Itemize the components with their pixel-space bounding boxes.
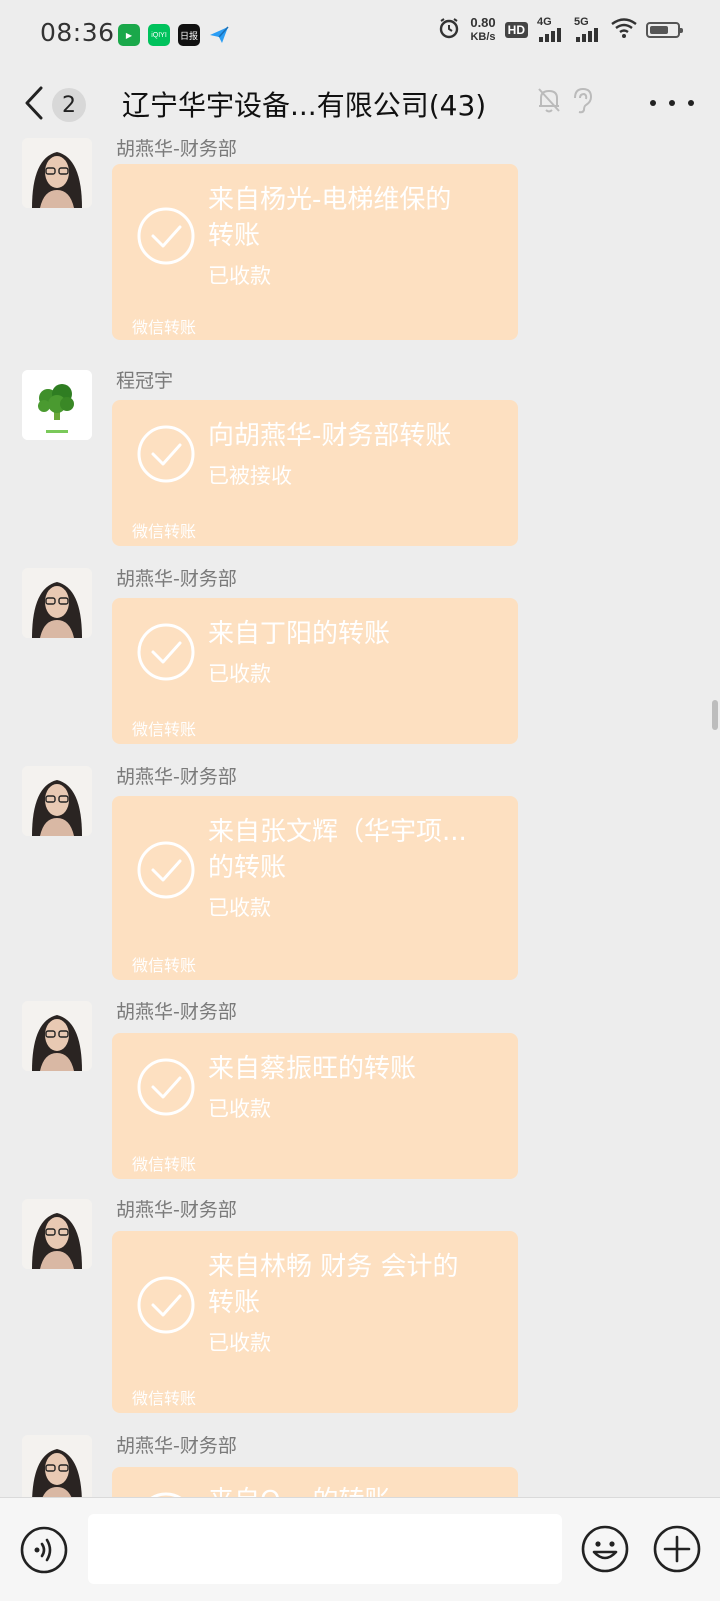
sender-name: 程冠宇 [116,370,174,392]
transfer-title: 来自杨光-电梯维保的 转账 [208,185,452,251]
check-circle-icon [137,425,195,483]
more-dot [650,100,656,106]
woman-glasses-avatar[interactable] [22,766,92,836]
transfer-footer: 微信转账 [132,522,197,541]
sender-name: 胡燕华-财务部 [116,568,237,590]
hd-voice-icon: HD [504,22,528,38]
sender-name: 胡燕华-财务部 [116,1001,237,1023]
transfer-title: 来自丁阳的转账 [208,619,391,649]
transfer-footer: 微信转账 [132,956,197,975]
chat-message: 胡燕华-财务部 来自林畅 财务 会计的 转账 已收款 微信转账 [0,1199,720,1419]
unread-count-badge: 2 [52,88,86,122]
transfer-card[interactable]: 来自杨光-电梯维保的 转账 已收款 微信转账 [112,164,518,340]
transfer-status: 已收款 [208,1331,271,1355]
sender-name: 胡燕华-财务部 [116,766,237,788]
more-options-button[interactable] [650,88,694,118]
chat-input-bar [0,1497,720,1601]
transfer-footer: 微信转账 [132,1155,197,1174]
chat-message: 胡燕华-财务部 来自O... 的转账 [0,1435,720,1497]
transfer-card[interactable]: 向胡燕华-财务部转账 已被接收 微信转账 [112,400,518,546]
transfer-card[interactable]: 来自张文辉（华宇项... 的转账 已收款 微信转账 [112,796,518,980]
woman-glasses-avatar[interactable] [22,138,92,208]
voice-icon[interactable] [20,1526,68,1578]
alarm-icon [437,16,461,44]
sender-name: 胡燕华-财务部 [116,1199,237,1221]
check-circle-icon [137,623,195,681]
iqiyi-app-icon: iQIYI [148,24,170,46]
chat-message: 胡燕华-财务部 来自丁阳的转账 已收款 微信转账 [0,568,720,748]
status-bar: 08:36 ▶ iQIYI 日报 0.80 KB/s HD 4G 5G [0,0,720,72]
plane-app-icon [208,24,230,46]
woman-glasses-avatar[interactable] [22,1001,92,1071]
transfer-card[interactable]: 来自丁阳的转账 已收款 微信转账 [112,598,518,744]
transfer-status: 已被接收 [208,464,292,488]
transfer-status: 已收款 [208,662,271,686]
plus-icon[interactable] [652,1524,702,1578]
more-dot [669,100,675,106]
woman-glasses-avatar[interactable] [22,1435,92,1497]
broccoli-avatar[interactable] [22,370,92,440]
transfer-title: 来自林畅 财务 会计的 转账 [208,1252,459,1318]
woman-glasses-avatar[interactable] [22,1199,92,1269]
chevron-left-icon [24,86,44,124]
transfer-title: 来自O... 的转账 [208,1483,494,1497]
back-button[interactable]: 2 [24,82,104,128]
battery-icon [646,22,683,38]
transfer-status: 已收款 [208,1097,271,1121]
status-time: 08:36 [40,18,115,47]
status-indicators: 0.80 KB/s HD 4G 5G [437,15,683,44]
transfer-status: 已收款 [208,896,271,920]
ear-icon [570,86,594,118]
transfer-title: 来自蔡振旺的转账 [208,1054,417,1084]
chat-header: 2 辽宁华宇设备...有限公司(43) [0,72,720,138]
more-dot [688,100,694,106]
check-circle-icon [137,207,195,265]
woman-glasses-avatar[interactable] [22,568,92,638]
signal-4g-icon: 4G [537,16,565,42]
check-circle-icon [137,1058,195,1116]
video-app-icon: ▶ [118,24,140,46]
chat-message: 程冠宇 向胡燕华-财务部转账 已被接收 微信转账 [0,370,720,550]
notification-app-icons: ▶ iQIYI 日报 [118,24,230,46]
network-speed: 0.80 KB/s [470,15,496,44]
sender-name: 胡燕华-财务部 [116,138,237,160]
scrollbar-thumb[interactable] [712,700,718,730]
transfer-status: 已收款 [208,264,271,288]
transfer-footer: 微信转账 [132,318,197,337]
transfer-card[interactable]: 来自O... 的转账 [112,1467,518,1497]
transfer-title: 来自张文辉（华宇项... 的转账 [208,817,467,883]
chat-message: 胡燕华-财务部 来自蔡振旺的转账 已收款 微信转账 [0,1001,720,1181]
mute-bell-icon [536,86,562,118]
signal-5g-icon: 5G [574,16,602,42]
check-circle-icon [137,1276,195,1334]
transfer-card[interactable]: 来自蔡振旺的转账 已收款 微信转账 [112,1033,518,1179]
chat-title[interactable]: 辽宁华宇设备...有限公司(43) [122,84,486,124]
message-input[interactable] [88,1514,562,1584]
emoji-icon[interactable] [580,1524,630,1578]
transfer-footer: 微信转账 [132,1389,197,1408]
wifi-icon [611,18,637,42]
transfer-footer: 微信转账 [132,720,197,739]
chat-message: 胡燕华-财务部 来自张文辉（华宇项... 的转账 已收款 微信转账 [0,766,720,986]
sender-name: 胡燕华-财务部 [116,1435,237,1457]
check-circle-icon [137,841,195,899]
chat-message: 胡燕华-财务部 来自杨光-电梯维保的 转账 已收款 微信转账 [0,138,720,350]
transfer-title: 向胡燕华-财务部转账 [208,421,452,451]
transfer-card[interactable]: 来自林畅 财务 会计的 转账 已收款 微信转账 [112,1231,518,1413]
news-app-icon: 日报 [178,24,200,46]
